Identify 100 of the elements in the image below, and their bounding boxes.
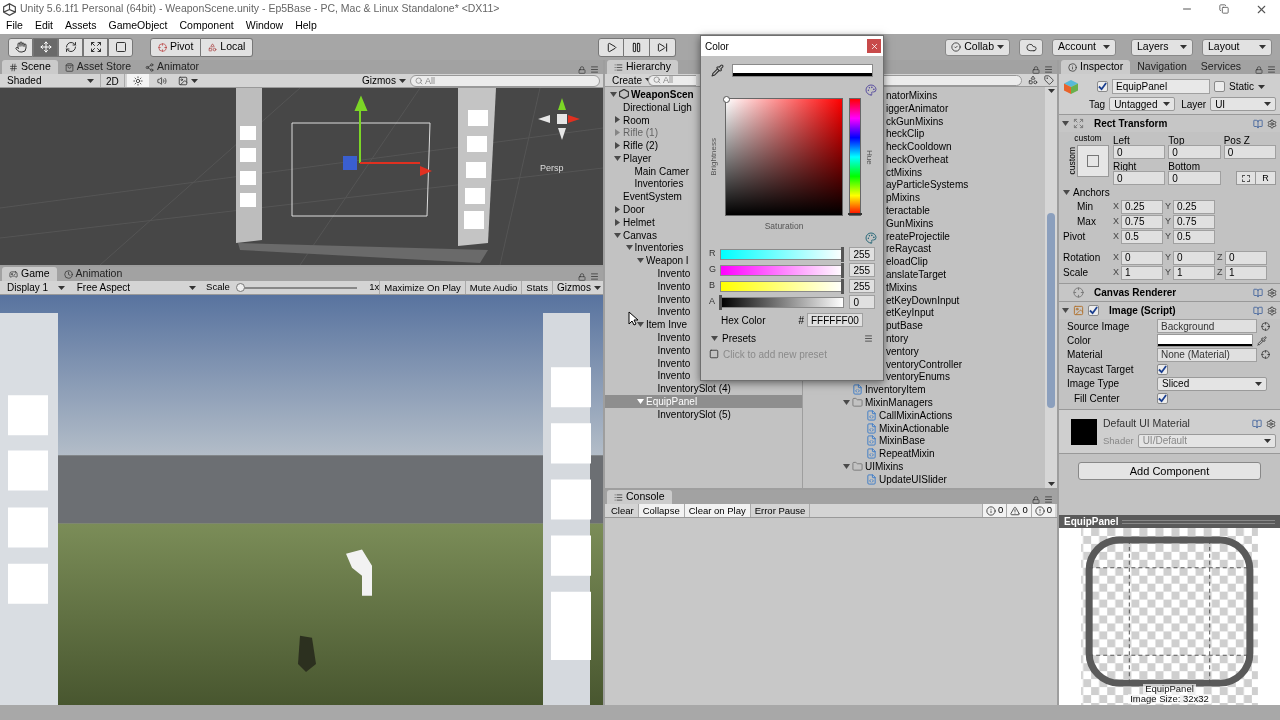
number-field[interactable]: 0 bbox=[1223, 145, 1276, 159]
saturation-brightness-field[interactable] bbox=[725, 98, 843, 216]
tree-item[interactable]: Invento bbox=[605, 279, 693, 293]
tree-item[interactable]: Invento bbox=[605, 267, 693, 280]
menu-item[interactable]: GameObject bbox=[104, 18, 172, 34]
asset-item[interactable]: InventoryItem bbox=[803, 383, 1045, 397]
number-field[interactable]: 0 bbox=[1168, 145, 1221, 159]
layers-button[interactable]: Layers bbox=[1131, 38, 1193, 56]
lock-icon[interactable] bbox=[578, 272, 586, 281]
menu-item[interactable]: Edit bbox=[30, 18, 57, 34]
hand-tool-button[interactable] bbox=[8, 37, 33, 57]
number-field[interactable]: 0 bbox=[849, 295, 875, 309]
toggle-button[interactable]: Maximize On Play bbox=[379, 281, 465, 294]
lock-icon[interactable] bbox=[1032, 65, 1040, 74]
slider-thumb[interactable] bbox=[841, 262, 845, 278]
step-button[interactable] bbox=[650, 37, 676, 57]
help-book-icon[interactable] bbox=[1253, 287, 1263, 298]
console-toggle[interactable]: Clear bbox=[607, 504, 639, 517]
eyedropper-icon[interactable] bbox=[711, 63, 724, 77]
account-button[interactable]: Account bbox=[1052, 38, 1116, 56]
object-field[interactable]: Background bbox=[1157, 319, 1257, 334]
settings-icon[interactable] bbox=[1267, 305, 1277, 316]
dropdown[interactable]: Display 1 bbox=[3, 280, 69, 295]
rotate-tool-button[interactable] bbox=[58, 37, 83, 57]
eyedropper-icon[interactable] bbox=[1257, 335, 1267, 346]
play-button[interactable] bbox=[598, 37, 624, 57]
object-field[interactable]: None (Material) bbox=[1157, 347, 1257, 362]
tree-item[interactable]: WeaponScen bbox=[605, 88, 696, 101]
number-field[interactable]: 0 bbox=[1113, 145, 1166, 159]
disclosure-arrow-icon[interactable] bbox=[614, 116, 621, 124]
disclosure-arrow-icon[interactable] bbox=[614, 206, 621, 214]
asset-item[interactable]: MixinManagers bbox=[803, 396, 1045, 409]
tab[interactable]: Asset Store bbox=[57, 60, 139, 74]
restore-icon[interactable] bbox=[1219, 4, 1229, 14]
disclosure-arrow-icon[interactable] bbox=[711, 334, 718, 342]
settings-icon[interactable] bbox=[1267, 118, 1277, 129]
tree-item[interactable]: Room bbox=[605, 113, 652, 127]
picker-handle[interactable] bbox=[723, 96, 730, 103]
number-field[interactable]: 0 bbox=[1121, 250, 1163, 265]
disclosure-arrow-icon[interactable] bbox=[614, 231, 621, 239]
number-field[interactable]: 0.25 bbox=[1121, 199, 1163, 214]
color-field[interactable] bbox=[1157, 334, 1253, 348]
dropdown[interactable]: Sliced bbox=[1157, 376, 1267, 391]
dropdown[interactable]: Free Aspect bbox=[72, 280, 201, 295]
add-preset-icon[interactable] bbox=[709, 349, 719, 359]
menu-icon[interactable] bbox=[1044, 65, 1053, 74]
filter-type-icon[interactable] bbox=[1028, 75, 1038, 85]
menu-item[interactable]: Window bbox=[241, 18, 288, 34]
disclosure-arrow-icon[interactable] bbox=[637, 257, 644, 265]
tree-item[interactable]: InventorySlot (4) bbox=[605, 382, 733, 396]
lock-icon[interactable] bbox=[1032, 495, 1040, 504]
move-tool-button[interactable] bbox=[33, 37, 58, 57]
settings-icon[interactable] bbox=[1266, 418, 1276, 429]
disclosure-arrow-icon[interactable] bbox=[843, 399, 850, 406]
settings-icon[interactable] bbox=[1267, 287, 1277, 298]
scrollbar[interactable] bbox=[1045, 87, 1057, 488]
asset-item[interactable]: UpdateUISlider bbox=[803, 472, 1045, 486]
menu-icon[interactable] bbox=[590, 65, 599, 74]
color-swatch[interactable] bbox=[732, 63, 873, 77]
tree-item[interactable]: Invento bbox=[605, 343, 693, 357]
disclosure-arrow-icon[interactable] bbox=[1063, 188, 1070, 196]
tree-item[interactable]: Helmet bbox=[605, 215, 657, 229]
checkbox[interactable] bbox=[1097, 81, 1108, 92]
tab[interactable]: Hierarchy bbox=[607, 60, 678, 74]
disclosure-arrow-icon[interactable] bbox=[610, 90, 617, 98]
number-field[interactable]: 1 bbox=[1173, 265, 1215, 280]
tab[interactable]: Animation bbox=[56, 267, 130, 281]
component-header[interactable]: Image (Script) bbox=[1059, 301, 1280, 319]
checkbox[interactable] bbox=[1157, 392, 1168, 404]
disclosure-arrow-icon[interactable] bbox=[843, 463, 850, 470]
tab[interactable]: Console bbox=[607, 490, 672, 504]
menu-item[interactable]: Assets bbox=[61, 18, 101, 34]
tab[interactable]: Inspector bbox=[1061, 60, 1131, 74]
space-button[interactable]: Local bbox=[201, 37, 254, 57]
console-toggle[interactable]: Clear on Play bbox=[684, 504, 751, 517]
disclosure-arrow-icon[interactable] bbox=[1062, 307, 1069, 314]
tab[interactable]: Services bbox=[1193, 60, 1249, 74]
tree-item[interactable]: Inventories bbox=[605, 241, 686, 255]
tree-item[interactable]: Invento bbox=[605, 305, 693, 319]
disclosure-arrow-icon[interactable] bbox=[614, 218, 621, 226]
component-header[interactable]: Canvas Renderer bbox=[1059, 283, 1280, 301]
cloud-button[interactable] bbox=[1019, 38, 1043, 56]
tree-item[interactable]: Door bbox=[605, 203, 647, 216]
close-button[interactable] bbox=[867, 39, 881, 53]
disclosure-arrow-icon[interactable] bbox=[625, 244, 633, 252]
layout-button[interactable]: Layout bbox=[1202, 38, 1272, 56]
tab[interactable]: Scene bbox=[2, 60, 58, 74]
number-field[interactable]: 0.75 bbox=[1121, 214, 1163, 229]
number-field[interactable]: 1 bbox=[1225, 265, 1267, 280]
help-book-icon[interactable] bbox=[1253, 305, 1263, 316]
tree-item[interactable]: EventSystem bbox=[605, 190, 684, 204]
lock-icon[interactable] bbox=[1255, 65, 1263, 74]
anchor-preset-button[interactable] bbox=[1077, 144, 1109, 177]
lock-icon[interactable] bbox=[578, 65, 586, 74]
scale-tool-button[interactable] bbox=[83, 37, 108, 57]
add-component-button[interactable]: Add Component bbox=[1078, 462, 1261, 481]
number-field[interactable]: 0 bbox=[1225, 250, 1267, 265]
lighting-toggle[interactable] bbox=[126, 74, 149, 87]
channel-slider[interactable] bbox=[719, 264, 845, 276]
number-field[interactable]: 0.75 bbox=[1173, 214, 1215, 229]
